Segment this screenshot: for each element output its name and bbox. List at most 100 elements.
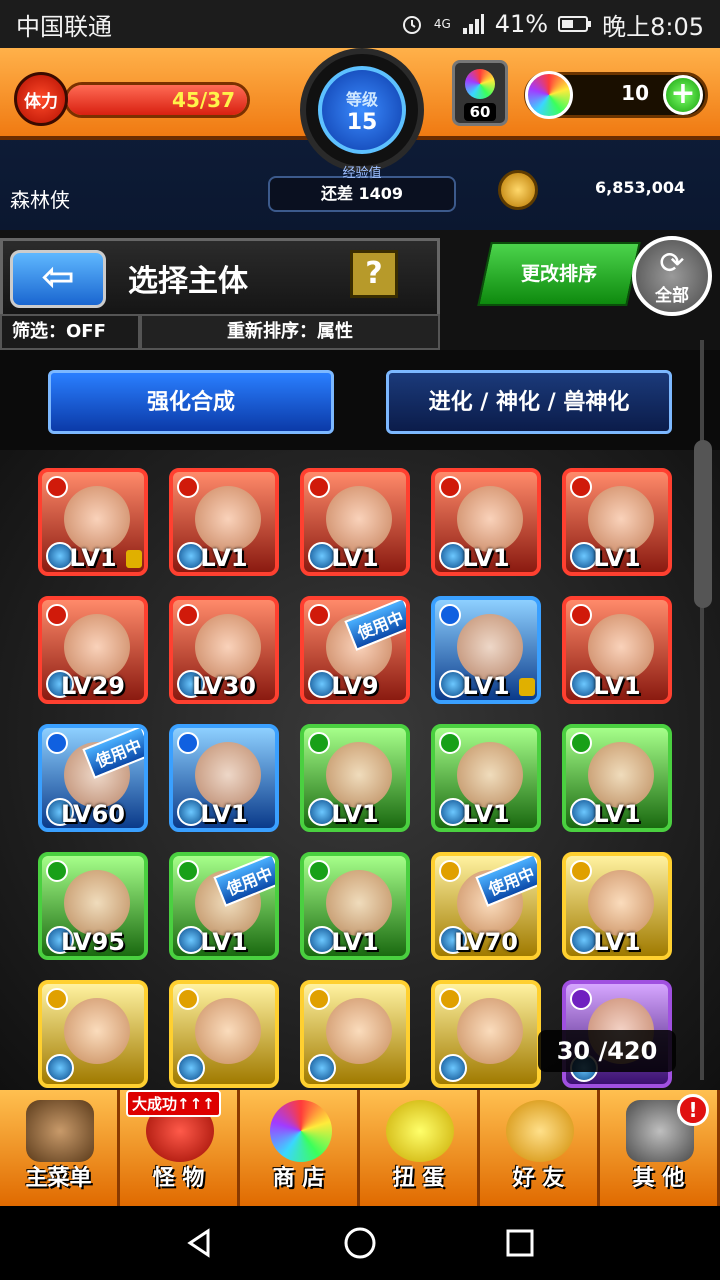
monster-card[interactable]: LV1 使用中 xyxy=(169,852,279,960)
monster-card[interactable]: LV9 使用中 xyxy=(300,596,410,704)
wood-attribute-icon xyxy=(439,732,461,754)
nav-item-2[interactable]: 商 店 xyxy=(240,1090,360,1206)
reorder-toggle[interactable]: 重新排序：属性 xyxy=(140,314,440,350)
rainbow-orb-icon xyxy=(270,1100,332,1162)
monster-portrait xyxy=(588,870,654,936)
light-attribute-icon xyxy=(308,988,330,1010)
egg-icon xyxy=(386,1100,454,1162)
monster-grid: LV1 LV1 LV1 LV1 LV1 LV29 LV30 LV9 使用中 LV1 LV1 LV60 使… xyxy=(38,468,678,1088)
monster-card[interactable]: LV95 xyxy=(38,852,148,960)
level-label: 等级 xyxy=(345,89,378,109)
monster-portrait xyxy=(64,998,130,1064)
monster-level: LV29 xyxy=(61,672,125,700)
monster-card[interactable]: LV1 xyxy=(300,852,410,960)
orb-counter: 10 + xyxy=(524,71,708,119)
alarm-icon xyxy=(400,12,424,36)
fire-attribute-icon xyxy=(177,604,199,626)
monster-level: LV70 xyxy=(454,928,518,956)
monster-card[interactable]: LV1 xyxy=(431,596,541,704)
light-attribute-icon xyxy=(439,860,461,882)
change-sort-button[interactable]: 更改排序 xyxy=(477,242,641,306)
nav-item-1[interactable]: 大成功↑↑↑ 怪 物 xyxy=(120,1090,240,1206)
monster-portrait xyxy=(588,486,654,552)
monster-portrait xyxy=(588,742,654,808)
android-home-button[interactable] xyxy=(340,1223,380,1263)
fire-attribute-icon xyxy=(46,476,68,498)
nav-item-0[interactable]: 主菜单 xyxy=(0,1090,120,1206)
android-back-button[interactable] xyxy=(180,1223,220,1263)
tab-power-up[interactable]: 强化合成 xyxy=(48,370,334,434)
nav-label: 扭 蛋 xyxy=(392,1166,445,1191)
monster-portrait xyxy=(326,486,392,552)
tab-evolution[interactable]: 进化 / 神化 / 兽神化 xyxy=(386,370,672,434)
monster-card[interactable]: LV1 xyxy=(38,468,148,576)
monster-level: LV1 xyxy=(331,928,379,956)
monster-card[interactable] xyxy=(169,980,279,1088)
monster-level: LV60 xyxy=(61,800,125,828)
wood-attribute-icon xyxy=(308,732,330,754)
monster-portrait xyxy=(326,870,392,936)
rainbow-orb-icon xyxy=(525,71,573,119)
nav-item-3[interactable]: 扭 蛋 xyxy=(360,1090,480,1206)
buy-orbs-button[interactable]: + xyxy=(663,75,703,115)
monster-card[interactable]: LV29 xyxy=(38,596,148,704)
monster-card[interactable]: LV1 xyxy=(562,724,672,832)
monster-portrait xyxy=(64,870,130,936)
monster-level: LV1 xyxy=(200,800,248,828)
monster-level: LV1 xyxy=(593,672,641,700)
select-header: ⇦ 选择主体 ? 更改排序 ⟳ 全部 筛选：OFF 重新排序：属性 xyxy=(0,230,720,350)
orb-chest-button[interactable]: 60 xyxy=(452,60,508,126)
all-filter-button[interactable]: ⟳ 全部 xyxy=(632,236,712,316)
nav-item-5[interactable]: ! 其 他 xyxy=(600,1090,720,1206)
wood-attribute-icon xyxy=(177,860,199,882)
balloons-icon xyxy=(506,1100,574,1162)
monster-portrait xyxy=(64,486,130,552)
monster-card[interactable]: LV1 xyxy=(169,724,279,832)
monster-level: LV1 xyxy=(462,800,510,828)
fire-attribute-icon xyxy=(570,476,592,498)
monster-portrait xyxy=(457,614,523,680)
ability-icon xyxy=(46,1054,74,1082)
monster-card[interactable]: LV1 xyxy=(431,724,541,832)
level-value: 15 xyxy=(346,109,378,135)
fire-attribute-icon xyxy=(570,604,592,626)
light-attribute-icon xyxy=(439,988,461,1010)
monster-portrait xyxy=(195,486,261,552)
back-button[interactable]: ⇦ xyxy=(10,250,106,308)
battery-percent: 41% xyxy=(494,10,549,38)
bottom-nav: 主菜单 大成功↑↑↑ 怪 物 商 店 扭 蛋 好 友! 其 他 xyxy=(0,1090,720,1206)
nav-label: 其 他 xyxy=(632,1166,685,1191)
monster-level: LV30 xyxy=(192,672,256,700)
android-recents-button[interactable] xyxy=(500,1223,540,1263)
monster-card[interactable]: LV1 xyxy=(562,596,672,704)
status-bar: 中国联通 4G 41% 晚上8:05 xyxy=(0,0,720,48)
gold-value: 6,853,004 xyxy=(595,178,686,197)
nav-label: 怪 物 xyxy=(152,1166,205,1191)
notification-badge: ! xyxy=(677,1094,709,1126)
monster-card[interactable]: LV1 xyxy=(562,468,672,576)
filter-toggle[interactable]: 筛选：OFF xyxy=(0,314,140,350)
help-button[interactable]: ? xyxy=(350,250,398,298)
nav-item-4[interactable]: 好 友 xyxy=(480,1090,600,1206)
monster-portrait xyxy=(457,742,523,808)
monster-card[interactable]: LV30 xyxy=(169,596,279,704)
monster-card[interactable] xyxy=(300,980,410,1088)
wood-attribute-icon xyxy=(46,860,68,882)
monster-card[interactable]: LV1 xyxy=(300,468,410,576)
monster-card[interactable]: LV1 xyxy=(169,468,279,576)
monster-card[interactable]: LV70 使用中 xyxy=(431,852,541,960)
light-attribute-icon xyxy=(570,860,592,882)
scrollbar[interactable] xyxy=(694,440,712,608)
monster-card[interactable]: LV1 xyxy=(300,724,410,832)
monster-level: LV1 xyxy=(331,544,379,572)
monster-card[interactable] xyxy=(431,980,541,1088)
nav-label: 好 友 xyxy=(512,1166,565,1191)
monster-card[interactable] xyxy=(38,980,148,1088)
monster-card[interactable]: LV1 xyxy=(431,468,541,576)
exp-ring: 等级 15 xyxy=(300,48,424,172)
fire-attribute-icon xyxy=(308,476,330,498)
home-gate-icon xyxy=(26,1100,94,1162)
clock: 晚上8:05 xyxy=(602,12,704,41)
monster-card[interactable]: LV1 xyxy=(562,852,672,960)
monster-card[interactable]: LV60 使用中 xyxy=(38,724,148,832)
